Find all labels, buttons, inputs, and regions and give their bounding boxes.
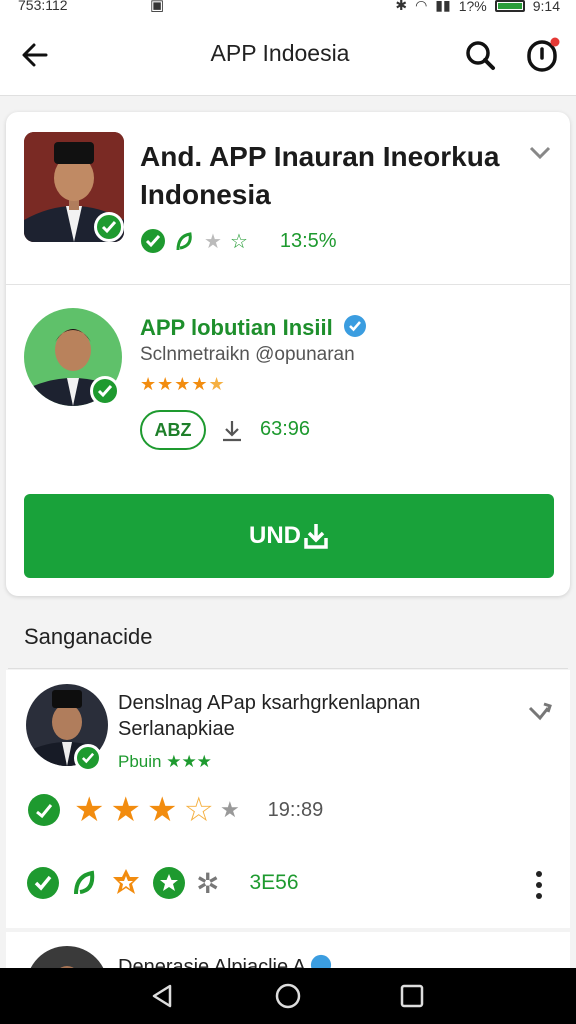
badge-star-icon bbox=[113, 869, 139, 894]
check-circle-icon bbox=[27, 867, 59, 899]
developer-name[interactable]: APP lobutian Insiil bbox=[140, 314, 367, 341]
star-filled-icon: ★ bbox=[146, 791, 178, 829]
battery-icon bbox=[494, 0, 525, 12]
app-bar: APP Indoesia bbox=[0, 16, 576, 96]
search-icon[interactable] bbox=[462, 37, 498, 73]
wifi-icon: ◠ bbox=[415, 0, 428, 13]
status-bar: 753:112 ▣ ✱ ◠ ▮▮ 1?% 9:14 bbox=[0, 0, 576, 16]
download-count: 63:96 bbox=[260, 418, 311, 440]
developer-subtitle: Sclnmetraikn @opunaran bbox=[140, 344, 355, 365]
section-divider bbox=[8, 668, 568, 669]
age-rating-badge[interactable]: ABZ bbox=[140, 410, 206, 450]
app-card: And. APP Inauran Ineorkua Indonesia ★ ☆ … bbox=[6, 112, 570, 596]
star-outline-icon: ☆ bbox=[229, 230, 248, 253]
check-circle-icon bbox=[141, 229, 165, 253]
star-icon: ★ bbox=[204, 230, 222, 253]
section-heading: Sanganacide bbox=[24, 624, 153, 649]
list-item[interactable]: Denerasie Alpiaclie A bbox=[6, 932, 570, 972]
app-rating-value: 13:5% bbox=[279, 229, 337, 252]
status-clock: 9:14 bbox=[532, 0, 560, 14]
divider bbox=[6, 284, 570, 285]
leaf-icon bbox=[176, 232, 192, 251]
chevron-down-icon[interactable] bbox=[528, 142, 552, 162]
review-title: Denslnag APap ksarhgrkenlapnan Serlanapk… bbox=[118, 690, 420, 742]
list-item[interactable]: Denslnag APap ksarhgrkenlapnan Serlanapk… bbox=[6, 670, 570, 928]
verified-check-icon bbox=[94, 212, 124, 242]
review-title-line1: Denslnag APap ksarhgrkenlapnan bbox=[118, 692, 421, 714]
more-vert-icon[interactable] bbox=[534, 870, 544, 900]
nav-back-icon[interactable] bbox=[148, 982, 176, 1010]
developer-name-text: APP lobutian Insiil bbox=[140, 315, 333, 340]
star-circle-icon bbox=[153, 867, 185, 899]
review-action-row: ✲ 3E56 bbox=[26, 866, 299, 900]
sparkle-icon: ✲ bbox=[196, 867, 220, 899]
developer-verified-icon bbox=[90, 376, 120, 406]
bluetooth-icon: ✱ bbox=[395, 0, 408, 13]
app-rating-row: ★ ☆ 13:5% bbox=[140, 228, 337, 254]
install-download-icon bbox=[304, 524, 328, 549]
developer-stars: ★★★★★ bbox=[140, 374, 226, 394]
download-icon bbox=[223, 421, 241, 442]
status-time: 753:112 bbox=[18, 0, 68, 13]
reviewer-verified-icon bbox=[74, 744, 102, 772]
status-right: ✱ ◠ ▮▮ 1?% 9:14 bbox=[395, 0, 560, 14]
nav-recents-icon[interactable] bbox=[398, 982, 426, 1010]
system-nav-bar bbox=[0, 968, 576, 1024]
review-rating-value: 19::89 bbox=[267, 798, 324, 821]
app-title: And. APP Inauran Ineorkua Indonesia bbox=[140, 141, 500, 210]
leaf-icon bbox=[74, 870, 95, 895]
review-second-value: 3E56 bbox=[249, 871, 299, 894]
star-filled-icon: ★ bbox=[74, 791, 105, 829]
review-subtitle: Pbuin ★★★ bbox=[118, 752, 212, 771]
star-filled-icon: ★ bbox=[110, 791, 141, 829]
review-title-line2: Serlanapkiae bbox=[118, 718, 235, 740]
nav-home-icon[interactable] bbox=[274, 982, 302, 1010]
share-icon[interactable] bbox=[526, 700, 554, 728]
verified-badge-icon bbox=[343, 315, 366, 337]
install-label: UND bbox=[249, 522, 301, 549]
signal-icon: ▮▮ bbox=[435, 0, 451, 13]
notification-icon[interactable] bbox=[524, 36, 562, 74]
install-button[interactable]: UND bbox=[24, 494, 554, 578]
battery-percent: 1?% bbox=[458, 0, 487, 14]
gallery-icon: ▣ bbox=[150, 0, 165, 14]
chat-bubble-icon bbox=[28, 794, 60, 826]
star-half-icon: ☆ bbox=[183, 791, 214, 829]
review-rating-row: ★ ★ ★ ☆ ★ 19::89 bbox=[26, 790, 323, 830]
star-empty-icon: ★ bbox=[219, 797, 240, 822]
